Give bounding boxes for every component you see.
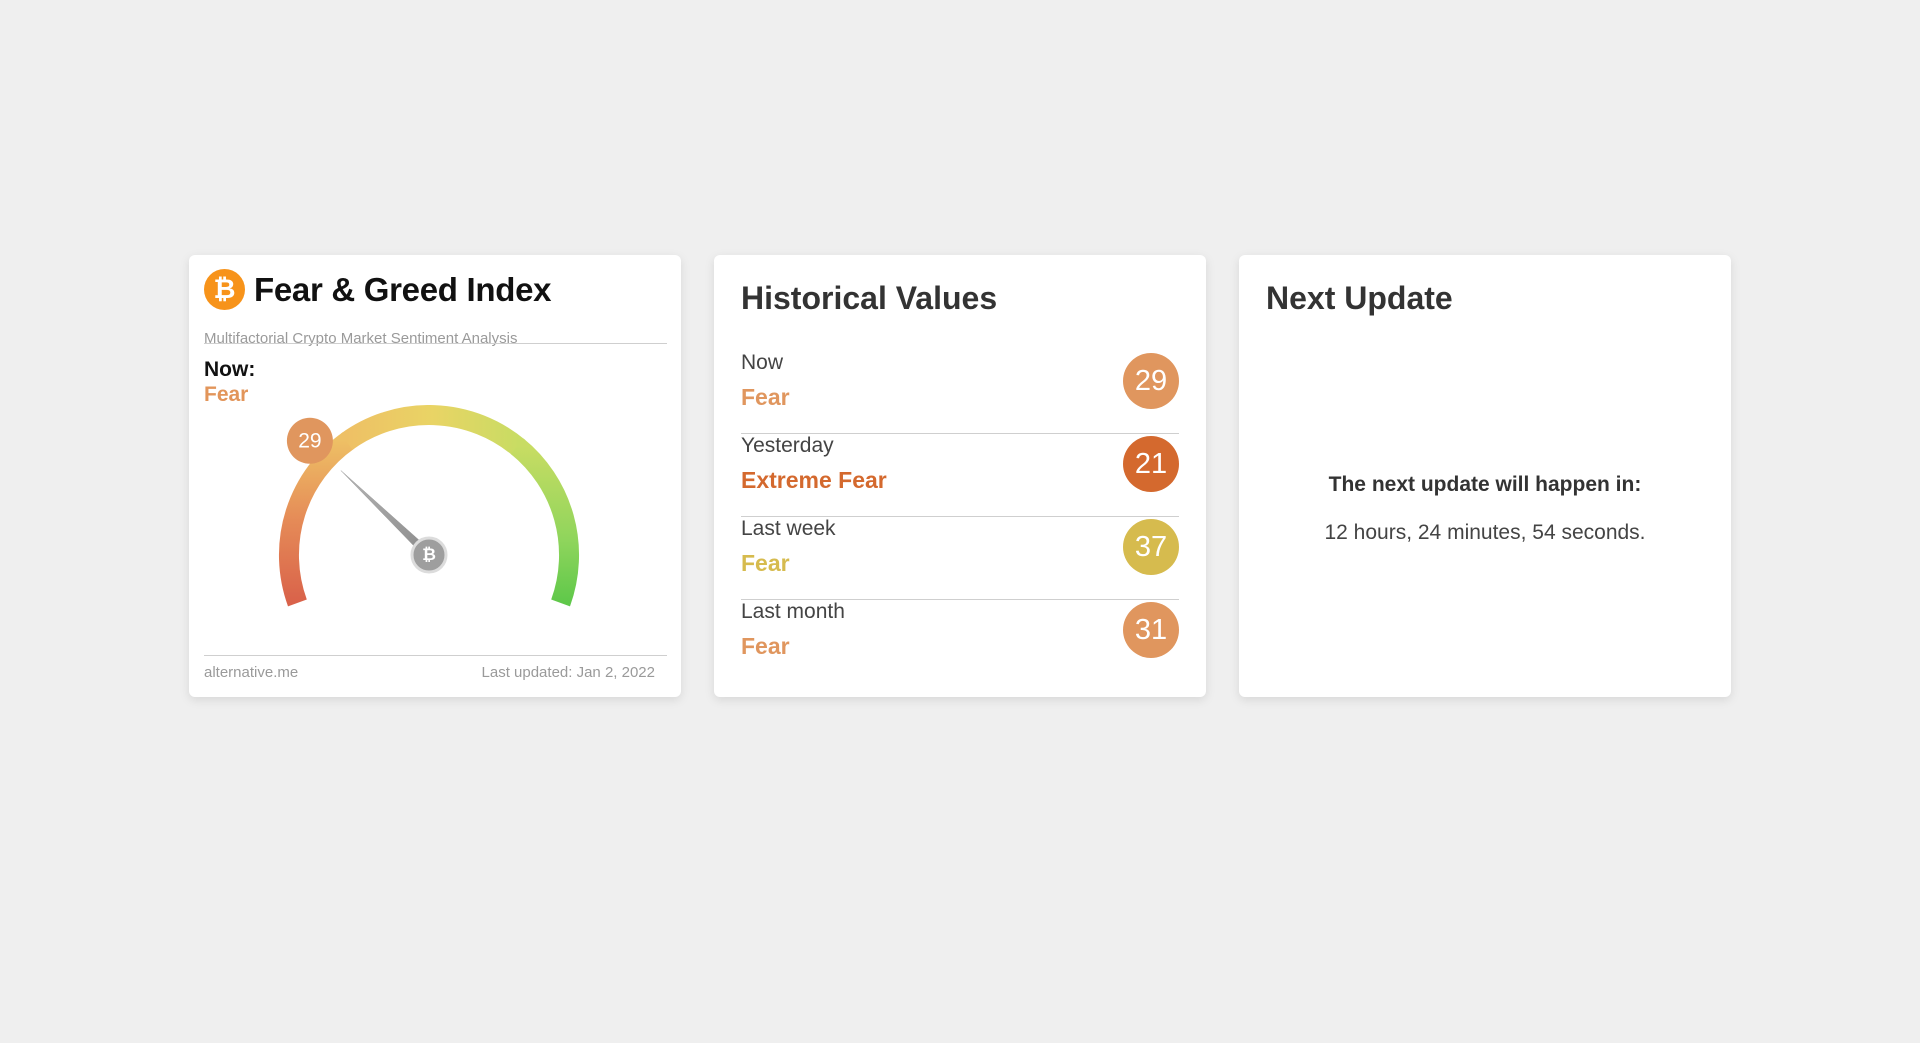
fear-greed-card: ₿ Fear & Greed Index Multifactorial Cryp… xyxy=(189,255,681,697)
historical-classification: Extreme Fear xyxy=(741,467,887,493)
fear-greed-subtitle: Multifactorial Crypto Market Sentiment A… xyxy=(204,330,518,347)
bitcoin-hub-icon: ₿ xyxy=(422,545,436,565)
gauge-value-text: 29 xyxy=(298,429,321,452)
historical-classification: Fear xyxy=(741,633,790,659)
historical-value-badge: 21 xyxy=(1123,436,1179,492)
historical-period: Yesterday xyxy=(741,434,834,457)
gauge-arc-neutral-segment xyxy=(340,405,526,456)
historical-row: Last month Fear 31 xyxy=(741,600,1179,682)
historical-value-badge: 37 xyxy=(1123,519,1179,575)
next-update-card: Next Update The next update will happen … xyxy=(1239,255,1731,697)
last-updated: Last updated: Jan 2, 2022 xyxy=(481,664,655,681)
bitcoin-logo-icon: ₿ xyxy=(204,269,245,310)
divider xyxy=(204,655,667,656)
historical-values-card: Historical Values Now Fear 29 Yesterday … xyxy=(714,255,1206,697)
historical-list: Now Fear 29 Yesterday Extreme Fear 21 La… xyxy=(741,351,1179,682)
historical-classification: Fear xyxy=(741,550,790,576)
gauge-arc-fear-segment xyxy=(278,432,355,607)
historical-value-badge: 29 xyxy=(1123,353,1179,409)
next-update-countdown: 12 hours, 24 minutes, 54 seconds. xyxy=(1324,521,1646,544)
historical-classification: Fear xyxy=(741,384,790,410)
historical-period: Now xyxy=(741,351,784,374)
source-label: alternative.me xyxy=(204,664,299,681)
historical-row: Last week Fear 37 xyxy=(741,517,1179,600)
next-update-title: Next Update xyxy=(1266,280,1453,316)
fear-greed-header: ₿ Fear & Greed Index Multifactorial Cryp… xyxy=(204,269,667,347)
historical-period: Last month xyxy=(741,600,845,623)
fear-greed-title: Fear & Greed Index xyxy=(254,271,552,308)
next-update-label: The next update will happen in: xyxy=(1328,473,1642,496)
now-classification: Fear xyxy=(204,383,249,406)
historical-row: Now Fear 29 xyxy=(741,351,1179,434)
now-label: Now: xyxy=(204,358,256,381)
historical-values-title: Historical Values xyxy=(741,280,998,316)
historical-value-badge: 31 xyxy=(1123,602,1179,658)
divider xyxy=(204,343,667,344)
historical-row: Yesterday Extreme Fear 21 xyxy=(741,434,1179,517)
gauge-arc-greed-segment xyxy=(510,438,580,607)
historical-period: Last week xyxy=(741,517,836,540)
